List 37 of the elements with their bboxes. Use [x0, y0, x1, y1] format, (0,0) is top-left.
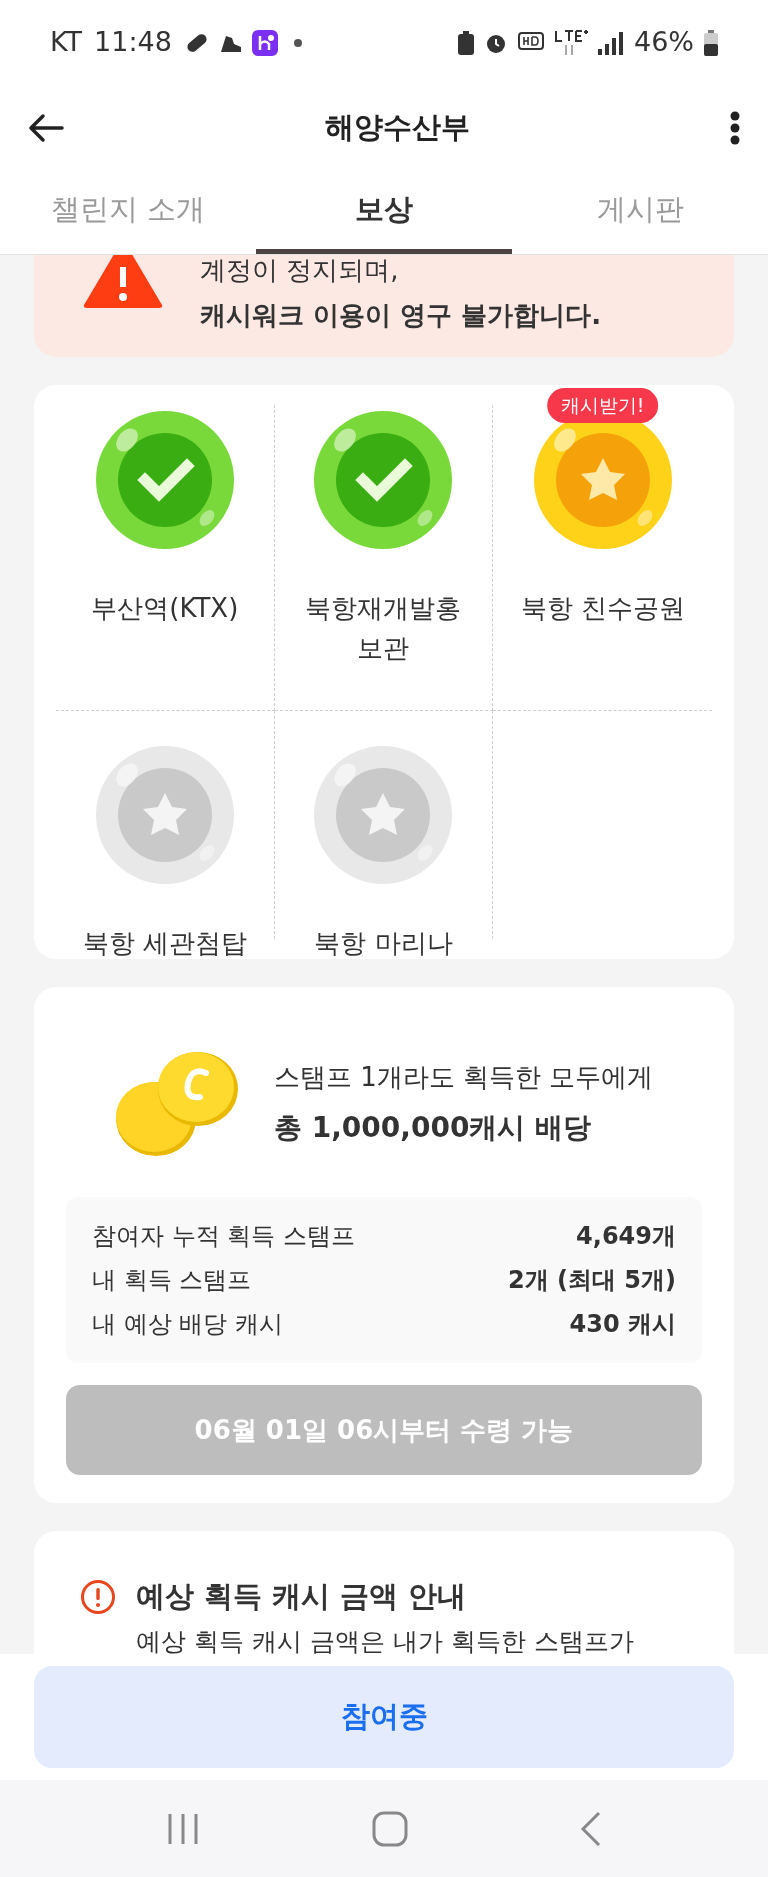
- reward-total: 총 1,000,000캐시 배당: [274, 1109, 593, 1146]
- recent-apps-icon[interactable]: [166, 1811, 200, 1846]
- notice-text: 예상 획득 캐시 금액은 내가 획득한 스탬프가: [135, 1625, 635, 1654]
- tab[interactable]: 게시판: [512, 170, 768, 254]
- stat-value: 430 캐시: [569, 1309, 676, 1340]
- battery-saver-icon: [458, 30, 474, 55]
- page-title: 해양수산부: [324, 108, 470, 146]
- lte-icon: [554, 28, 588, 57]
- back-arrow-icon[interactable]: [28, 112, 64, 143]
- signal-icon: [598, 30, 624, 55]
- battery-percent: 46%: [634, 25, 694, 60]
- app-icon: [251, 29, 278, 56]
- stamp-label: 부산역(KTX): [91, 592, 239, 625]
- info-alert-icon: [80, 1578, 116, 1615]
- cash-badge[interactable]: 캐시받기!: [546, 388, 659, 423]
- reward-headline: 스탬프 1개라도 획득한 모두에게: [274, 1060, 654, 1094]
- notice-title: 예상 획득 캐시 금액 안내: [136, 1578, 467, 1615]
- stamp-label: 북항재개발홍보관: [304, 592, 463, 665]
- participating-button[interactable]: 참여중: [34, 1666, 734, 1768]
- dot-icon: [293, 38, 302, 47]
- back-icon[interactable]: [580, 1810, 602, 1847]
- more-options-icon[interactable]: [730, 110, 740, 145]
- stat-label: 내 획득 스탬프: [92, 1265, 252, 1296]
- carrier-name: KT: [50, 25, 83, 60]
- stamp-label: 북항 마리나: [314, 927, 453, 960]
- stat-label: 내 예상 배당 캐시: [92, 1309, 283, 1340]
- stat-label: 참여자 누적 획득 스탬프: [92, 1221, 355, 1252]
- battery-icon: [704, 29, 718, 56]
- clock-time: 11:48: [94, 25, 172, 60]
- tab[interactable]: 챌린지 소개: [0, 170, 256, 254]
- warning-text: 캐시워크 이용이 영구 불가합니다.: [200, 299, 602, 332]
- stamp-label: 북항 세관첨탑: [82, 927, 247, 960]
- warning-text: 계정이 정지되며,: [200, 255, 400, 287]
- home-icon[interactable]: [372, 1810, 408, 1847]
- stat-value: 4,649개: [576, 1221, 676, 1252]
- stat-value: 2개 (최대 5개): [507, 1265, 676, 1296]
- stamp-label: 북항 친수공원: [520, 592, 685, 625]
